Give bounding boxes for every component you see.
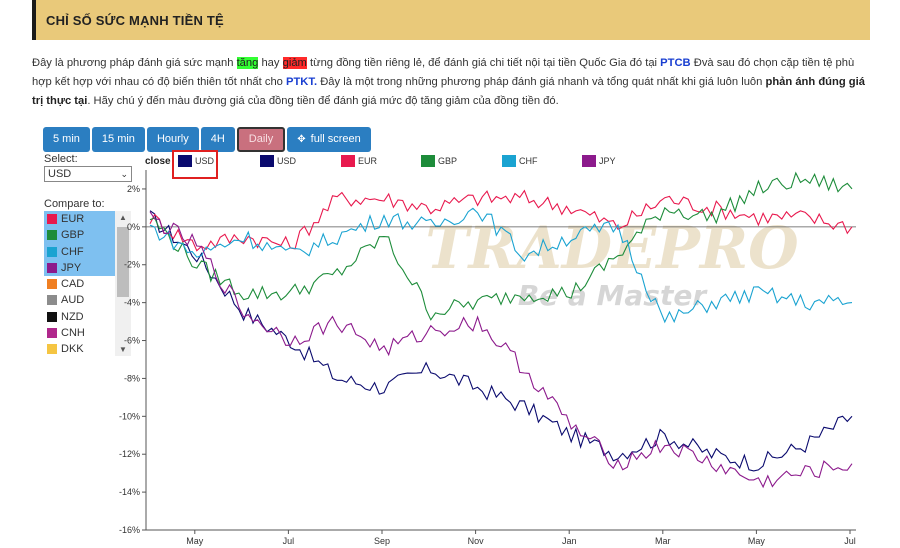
currency-strength-chart: TRADEPROBe a Master 2% 0% -2% -4% -6% -8% -10% -… xyxy=(119,170,856,546)
y-tick-label: 0% xyxy=(127,222,140,232)
y-tick-label: -8% xyxy=(124,373,140,383)
y-tick-label: -4% xyxy=(124,298,140,308)
y-tick-label: -12% xyxy=(119,449,140,459)
x-tick-label: Mar xyxy=(655,536,671,546)
y-tick-label: -10% xyxy=(119,411,140,421)
x-tick-label: May xyxy=(748,536,766,546)
y-tick-label: -6% xyxy=(124,336,140,346)
y-tick-label: -16% xyxy=(119,525,140,535)
x-tick-label: May xyxy=(186,536,204,546)
y-tick-label: 2% xyxy=(127,184,140,194)
x-tick-label: Jan xyxy=(562,536,577,546)
x-tick-label: Nov xyxy=(468,536,485,546)
y-tick-label: -14% xyxy=(119,487,140,497)
watermark-subtext: Be a Master xyxy=(518,279,709,312)
x-tick-label: Jul xyxy=(844,536,856,546)
x-tick-label: Sep xyxy=(374,536,390,546)
watermark-text: TRADEPRO xyxy=(425,214,799,282)
y-tick-label: -2% xyxy=(124,260,140,270)
x-tick-label: Jul xyxy=(283,536,295,546)
